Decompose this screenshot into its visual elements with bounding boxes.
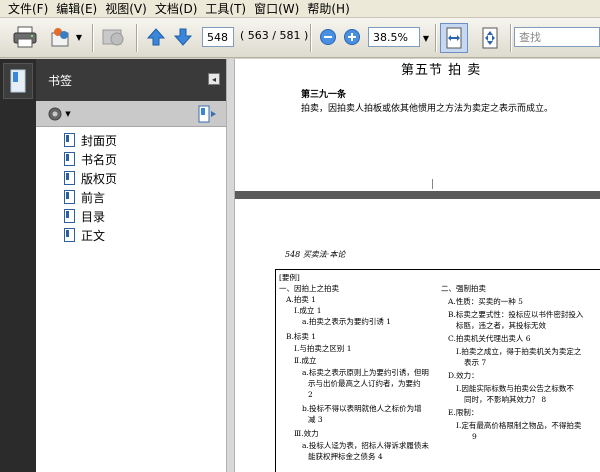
- menu-tools[interactable]: 工具(T): [201, 0, 250, 17]
- expand-bookmark-icon[interactable]: [196, 104, 218, 124]
- outline-line: Ⅰ.成立 1: [294, 306, 322, 315]
- bookmarks-title: 书签: [48, 74, 73, 88]
- outline-line: 能获权押标金之债务 4: [308, 452, 383, 461]
- outline-line: Ⅰ.定有最高价格限制之物品，不得拍卖: [456, 421, 582, 430]
- bookmark-panel-icon: [10, 69, 26, 93]
- outline-line: Ⅰ.拍卖之成立，得于拍卖机关为卖定之: [456, 347, 582, 356]
- outline-line: C.拍卖机关代理出卖人 6: [448, 334, 531, 343]
- text-cursor: [432, 179, 433, 189]
- outline-line: 标匦，违之者，其投标无效: [456, 321, 546, 330]
- article-body: 拍卖，因拍卖人拍板或依其他惯用之方法为卖定之表示而成立。: [301, 104, 554, 114]
- outline-line: D.效力：: [448, 371, 479, 380]
- menu-bar: 文件(F) 编辑(E) 视图(V) 文档(D) 工具(T) 窗口(W) 帮助(H…: [0, 0, 600, 18]
- outline-line: b.投标不得以表明就他人之标价为增: [302, 404, 422, 413]
- previous-page-icon[interactable]: [145, 26, 167, 48]
- document-page: 548 买卖法·本论 [要例] 一、因拍上之拍卖 A.拍卖 1 Ⅰ.成立 1 a…: [235, 199, 600, 472]
- page-number-input[interactable]: 548: [202, 27, 234, 47]
- document-page: 第五节 拍 卖 第三九一条 拍卖，因拍卖人拍板或依其他惯用之方法为卖定之表示而成…: [235, 59, 600, 191]
- menu-document[interactable]: 文档(D): [151, 0, 202, 17]
- outline-line: 一、因拍上之拍卖: [279, 284, 339, 293]
- print-icon[interactable]: [12, 24, 38, 50]
- outline-line: B.标卖之要式性：投标应以书件密封投入: [448, 310, 584, 319]
- gear-icon[interactable]: [46, 105, 64, 123]
- bookmark-icon: [64, 228, 75, 242]
- bookmark-icon: [64, 133, 75, 147]
- outline-line: 同时，不影响其效力？ 8: [464, 395, 547, 404]
- bookmarks-toolbar: ▼: [36, 101, 226, 127]
- section-title: 第五节 拍 卖: [401, 63, 482, 78]
- outline-line: A.性质：买卖的一种 5: [448, 297, 523, 306]
- menu-view[interactable]: 视图(V): [101, 0, 151, 17]
- outline-line: 2: [308, 390, 313, 399]
- navigation-strip: [0, 59, 36, 472]
- bookmark-item-copyright[interactable]: 版权页: [64, 169, 117, 187]
- bookmark-item-contents[interactable]: 目录: [64, 207, 105, 225]
- menu-edit[interactable]: 编辑(E): [52, 0, 101, 17]
- outline-line: Ⅱ.成立: [294, 356, 317, 365]
- running-header: 548 买卖法·本论: [285, 250, 346, 259]
- outline-line: Ⅰ.因能实际标数与拍卖公告之标数不: [456, 384, 574, 393]
- bookmarks-tab[interactable]: [3, 63, 33, 99]
- fit-width-button[interactable]: [440, 23, 468, 53]
- outline-line: a.投标人迳为表，招标人得诉求履债未: [302, 441, 429, 450]
- next-page-icon[interactable]: [172, 26, 194, 48]
- bookmark-icon: [64, 209, 75, 223]
- document-view[interactable]: 第五节 拍 卖 第三九一条 拍卖，因拍卖人拍板或依其他惯用之方法为卖定之表示而成…: [235, 59, 600, 472]
- fit-page-button[interactable]: [477, 23, 503, 53]
- bookmark-icon: [64, 190, 75, 204]
- collapse-panel-icon[interactable]: ◂: [208, 73, 220, 85]
- outline-line: a.拍卖之表示为要约引诱 1: [302, 317, 392, 326]
- menu-window[interactable]: 窗口(W): [250, 0, 303, 17]
- panel-splitter[interactable]: [226, 59, 235, 472]
- zoom-out-icon[interactable]: [319, 28, 337, 46]
- bookmark-item-cover[interactable]: 封面页: [64, 131, 117, 149]
- outline-line: 示与出价最高之人订约者，为要约: [308, 379, 421, 388]
- zoom-level-select[interactable]: 38.5%: [368, 27, 420, 47]
- outline-line: [要例]: [279, 273, 300, 282]
- security-icon: [100, 25, 126, 49]
- outline-line: 9: [472, 432, 477, 441]
- collaborate-icon[interactable]: [48, 24, 74, 50]
- article-heading: 第三九一条: [301, 90, 347, 100]
- outline-line: B.标卖 1: [286, 332, 317, 341]
- bookmark-item-title-page[interactable]: 书名页: [64, 150, 117, 168]
- bookmark-item-preface[interactable]: 前言: [64, 188, 105, 206]
- zoom-dropdown-icon[interactable]: ▼: [421, 31, 431, 45]
- options-dropdown-icon[interactable]: ▼: [64, 109, 72, 119]
- outline-line: 减 3: [308, 415, 323, 424]
- bookmark-icon: [64, 152, 75, 166]
- chevron-down-icon[interactable]: ▼: [75, 32, 83, 42]
- menu-help[interactable]: 帮助(H): [303, 0, 353, 17]
- bookmark-item-main-text[interactable]: 正文: [64, 226, 105, 244]
- outline-line: a.标卖之表示原则上为要约引诱，但明: [302, 368, 429, 377]
- outline-line: E.限制：: [448, 408, 479, 417]
- outline-line: A.拍卖 1: [286, 295, 316, 304]
- page-count: ( 563 / 581 ): [240, 29, 309, 42]
- outline-line: 二、强制拍卖: [441, 284, 486, 293]
- bookmarks-panel-header: 书签 ◂: [36, 59, 226, 101]
- bookmark-icon: [64, 171, 75, 185]
- outline-line: Ⅲ.效力: [294, 429, 319, 438]
- toolbar: ▼ 548 ( 563 / 581 ) 38.5% ▼ 查找: [0, 18, 600, 58]
- menu-file[interactable]: 文件(F): [4, 0, 52, 17]
- outline-line: 表示 7: [464, 358, 487, 367]
- outline-box: [要例] 一、因拍上之拍卖 A.拍卖 1 Ⅰ.成立 1 a.拍卖之表示为要约引诱…: [275, 269, 600, 472]
- zoom-in-icon[interactable]: [343, 28, 361, 46]
- search-input[interactable]: 查找: [514, 27, 600, 47]
- outline-line: Ⅰ.与拍卖之区别 1: [294, 344, 352, 353]
- bookmarks-list: 封面页 书名页 版权页 前言 目录 正文: [36, 127, 226, 472]
